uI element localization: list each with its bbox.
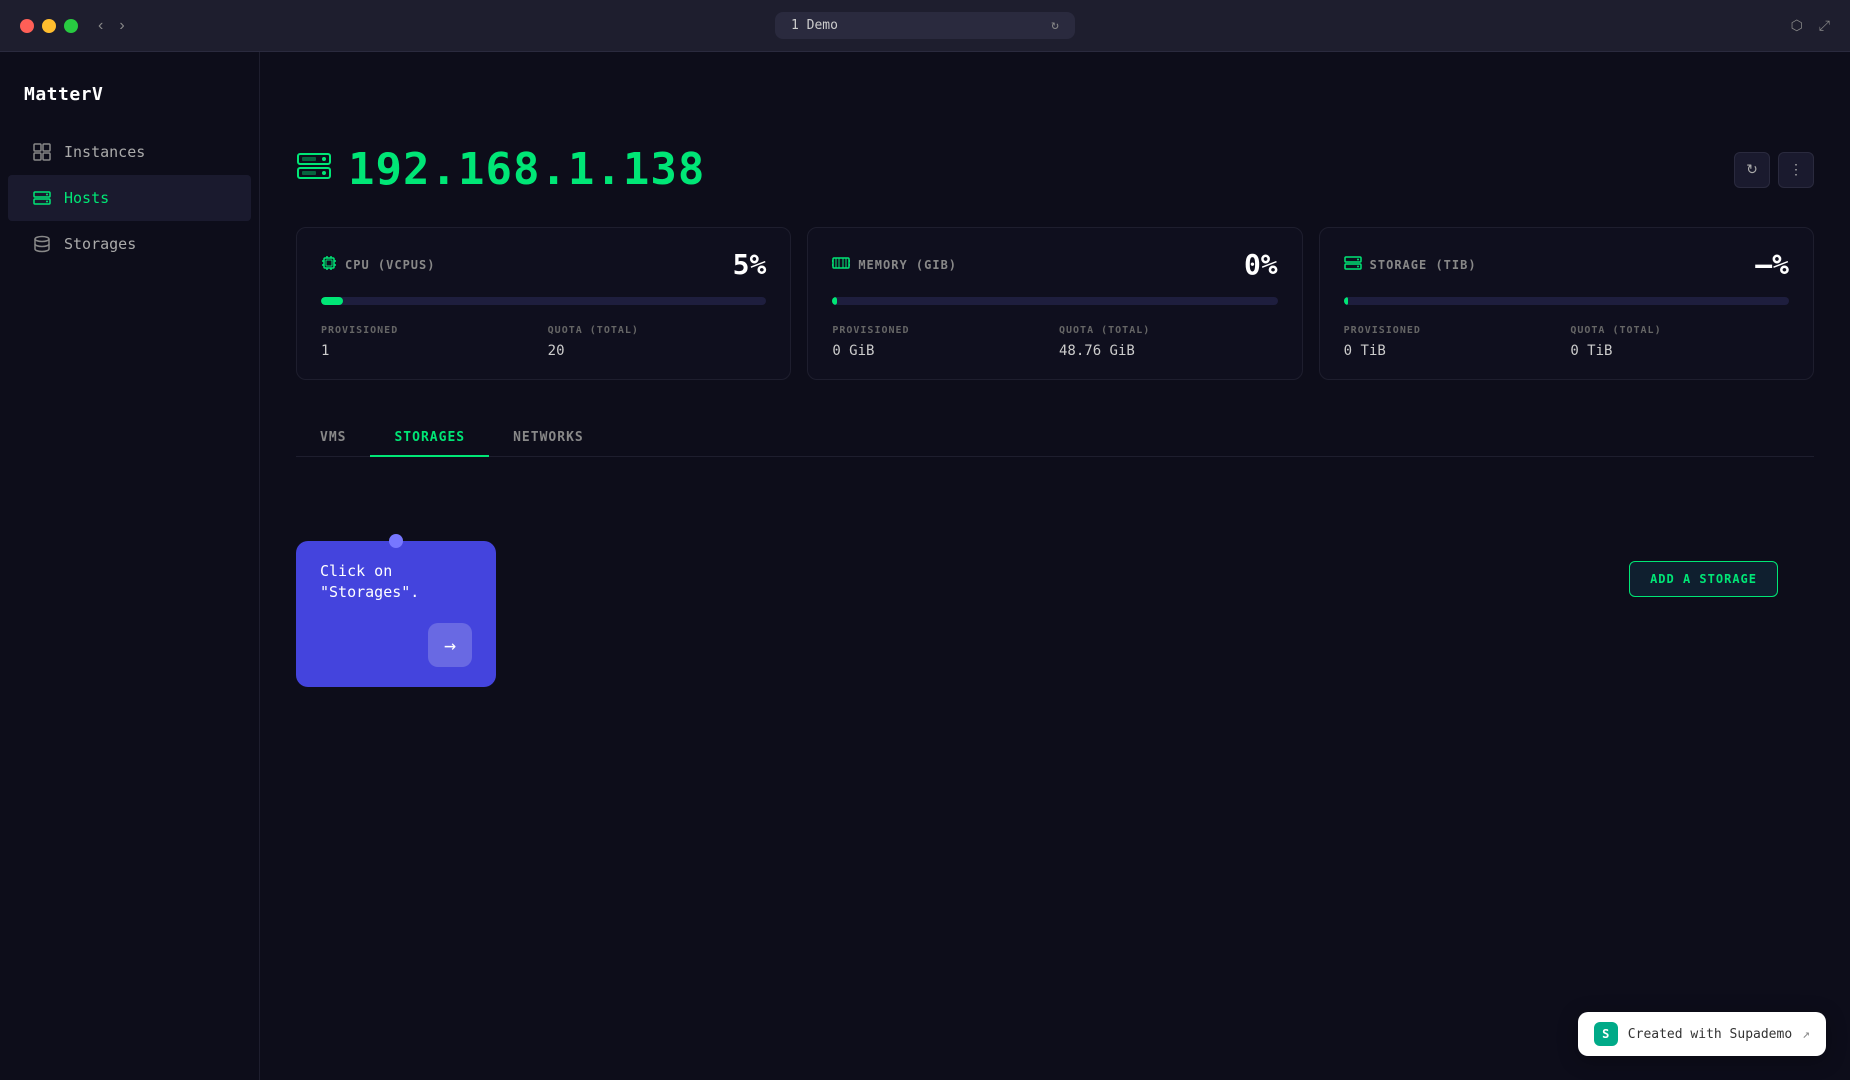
tooltip-popup: Click on "Storages". → bbox=[296, 541, 496, 687]
host-server-icon bbox=[296, 148, 332, 191]
storage-quota-value: 0 TiB bbox=[1570, 343, 1612, 359]
cpu-provisioned-value: 1 bbox=[321, 343, 329, 359]
traffic-lights bbox=[20, 19, 78, 33]
sidebar: MatterV Instances bbox=[0, 52, 260, 1080]
minimize-button[interactable] bbox=[42, 19, 56, 33]
memory-quota-value: 48.76 GiB bbox=[1059, 343, 1135, 359]
arrow-right-icon: → bbox=[444, 633, 456, 657]
cpu-label-text: CPU (vCPUs) bbox=[345, 258, 435, 272]
sidebar-item-hosts[interactable]: Hosts bbox=[8, 175, 251, 221]
more-options-button[interactable]: ⋮ bbox=[1778, 152, 1814, 188]
storage-footer: PROVISIONED 0 TiB QUOTA (TOTAL) 0 TiB bbox=[1344, 325, 1789, 359]
add-storage-button[interactable]: ADD A STORAGE bbox=[1629, 561, 1778, 597]
cpu-label: CPU (vCPUs) bbox=[321, 255, 435, 275]
share-icon[interactable]: ⬡ bbox=[1791, 18, 1803, 34]
url-text: 1 Demo bbox=[791, 18, 838, 33]
cpu-quota-value: 20 bbox=[548, 343, 565, 359]
tab-networks[interactable]: NETWORKS bbox=[489, 420, 608, 457]
cpu-provisioned: PROVISIONED 1 bbox=[321, 325, 540, 359]
storage-label: STORAGE (TiB) bbox=[1344, 256, 1477, 274]
memory-provisioned-label: PROVISIONED bbox=[832, 325, 1051, 336]
hosts-icon bbox=[32, 189, 52, 207]
cpu-percent: 5% bbox=[733, 248, 767, 281]
memory-provisioned-value: 0 GiB bbox=[832, 343, 874, 359]
tooltip-text: Click on "Storages". bbox=[320, 561, 472, 603]
storage-card-header: STORAGE (TiB) —% bbox=[1344, 248, 1789, 281]
supademo-text: Created with Supademo bbox=[1628, 1027, 1792, 1042]
memory-progress-fill bbox=[832, 297, 836, 305]
sidebar-item-storages-label: Storages bbox=[64, 235, 136, 253]
memory-percent: 0% bbox=[1244, 248, 1278, 281]
fullscreen-icon[interactable]: ⤢ bbox=[1819, 18, 1830, 34]
storages-icon bbox=[32, 235, 52, 253]
storage-progress-fill bbox=[1344, 297, 1348, 305]
instances-icon bbox=[32, 143, 52, 161]
app-container: MatterV Instances bbox=[0, 52, 1850, 1080]
stats-grid: CPU (vCPUs) 5% PROVISIONED 1 QUOTA (T bbox=[296, 227, 1814, 380]
host-actions: ↻ ⋮ bbox=[1734, 152, 1814, 188]
sidebar-item-storages[interactable]: Storages bbox=[8, 221, 251, 267]
host-ip-title: 192.168.1.138 bbox=[348, 144, 705, 195]
window-nav: ‹ › bbox=[98, 17, 125, 35]
memory-progress-bar bbox=[832, 297, 1277, 305]
memory-quota-label: QUOTA (TOTAL) bbox=[1059, 325, 1278, 336]
cpu-progress-bar bbox=[321, 297, 766, 305]
window-actions: ⬡ ⤢ bbox=[1791, 18, 1830, 34]
main-area: admin ▼ bbox=[260, 52, 1850, 1080]
cpu-icon bbox=[321, 255, 337, 275]
memory-stat-card: MEMORY (GiB) 0% PROVISIONED 0 GiB QUO bbox=[807, 227, 1302, 380]
storage-provisioned-label: PROVISIONED bbox=[1344, 325, 1563, 336]
storage-quota: QUOTA (TOTAL) 0 TiB bbox=[1570, 325, 1789, 359]
memory-icon bbox=[832, 257, 850, 273]
storage-provisioned: PROVISIONED 0 TiB bbox=[1344, 325, 1563, 359]
sidebar-nav: Instances Hosts bbox=[0, 129, 259, 267]
back-button[interactable]: ‹ bbox=[98, 17, 103, 35]
tabs-bar: VMS STORAGES NETWORKS bbox=[296, 420, 1814, 457]
host-header: 192.168.1.138 ↻ ⋮ bbox=[296, 144, 1814, 195]
memory-label: MEMORY (GiB) bbox=[832, 257, 957, 273]
cpu-footer: PROVISIONED 1 QUOTA (TOTAL) 20 bbox=[321, 325, 766, 359]
window-chrome: ‹ › 1 Demo ↻ ⬡ ⤢ bbox=[0, 0, 1850, 52]
storage-icon bbox=[1344, 256, 1362, 274]
cpu-progress-fill bbox=[321, 297, 343, 305]
cpu-quota: QUOTA (TOTAL) 20 bbox=[548, 325, 767, 359]
supademo-icon: S bbox=[1594, 1022, 1618, 1046]
tooltip-dot bbox=[389, 534, 403, 548]
address-bar[interactable]: 1 Demo ↻ bbox=[775, 12, 1075, 39]
storage-percent: —% bbox=[1755, 248, 1789, 281]
host-title-group: 192.168.1.138 bbox=[296, 144, 705, 195]
main-content: 192.168.1.138 ↻ ⋮ bbox=[260, 112, 1850, 1080]
cpu-quota-label: QUOTA (TOTAL) bbox=[548, 325, 767, 336]
storage-label-text: STORAGE (TiB) bbox=[1370, 258, 1477, 272]
memory-card-header: MEMORY (GiB) 0% bbox=[832, 248, 1277, 281]
tooltip-next-button[interactable]: → bbox=[428, 623, 472, 667]
memory-footer: PROVISIONED 0 GiB QUOTA (TOTAL) 48.76 Gi… bbox=[832, 325, 1277, 359]
storage-progress-bar bbox=[1344, 297, 1789, 305]
refresh-button[interactable]: ↻ bbox=[1734, 152, 1770, 188]
maximize-button[interactable] bbox=[64, 19, 78, 33]
forward-button[interactable]: › bbox=[119, 17, 124, 35]
storage-quota-label: QUOTA (TOTAL) bbox=[1570, 325, 1789, 336]
sidebar-item-instances-label: Instances bbox=[64, 143, 145, 161]
storage-stat-card: STORAGE (TiB) —% PROVISIONED 0 TiB QU bbox=[1319, 227, 1814, 380]
storage-provisioned-value: 0 TiB bbox=[1344, 343, 1386, 359]
reload-icon[interactable]: ↻ bbox=[1051, 18, 1059, 33]
cpu-card-header: CPU (vCPUs) 5% bbox=[321, 248, 766, 281]
memory-label-text: MEMORY (GiB) bbox=[858, 258, 957, 272]
close-button[interactable] bbox=[20, 19, 34, 33]
sidebar-logo: MatterV bbox=[0, 68, 259, 129]
supademo-link-icon: ↗ bbox=[1802, 1027, 1810, 1042]
supademo-badge[interactable]: S Created with Supademo ↗ bbox=[1578, 1012, 1826, 1056]
sidebar-item-hosts-label: Hosts bbox=[64, 189, 109, 207]
memory-provisioned: PROVISIONED 0 GiB bbox=[832, 325, 1051, 359]
tab-storages[interactable]: STORAGES bbox=[370, 420, 489, 457]
cpu-stat-card: CPU (vCPUs) 5% PROVISIONED 1 QUOTA (T bbox=[296, 227, 791, 380]
tab-vms[interactable]: VMS bbox=[296, 420, 370, 457]
memory-quota: QUOTA (TOTAL) 48.76 GiB bbox=[1059, 325, 1278, 359]
sidebar-item-instances[interactable]: Instances bbox=[8, 129, 251, 175]
cpu-provisioned-label: PROVISIONED bbox=[321, 325, 540, 336]
